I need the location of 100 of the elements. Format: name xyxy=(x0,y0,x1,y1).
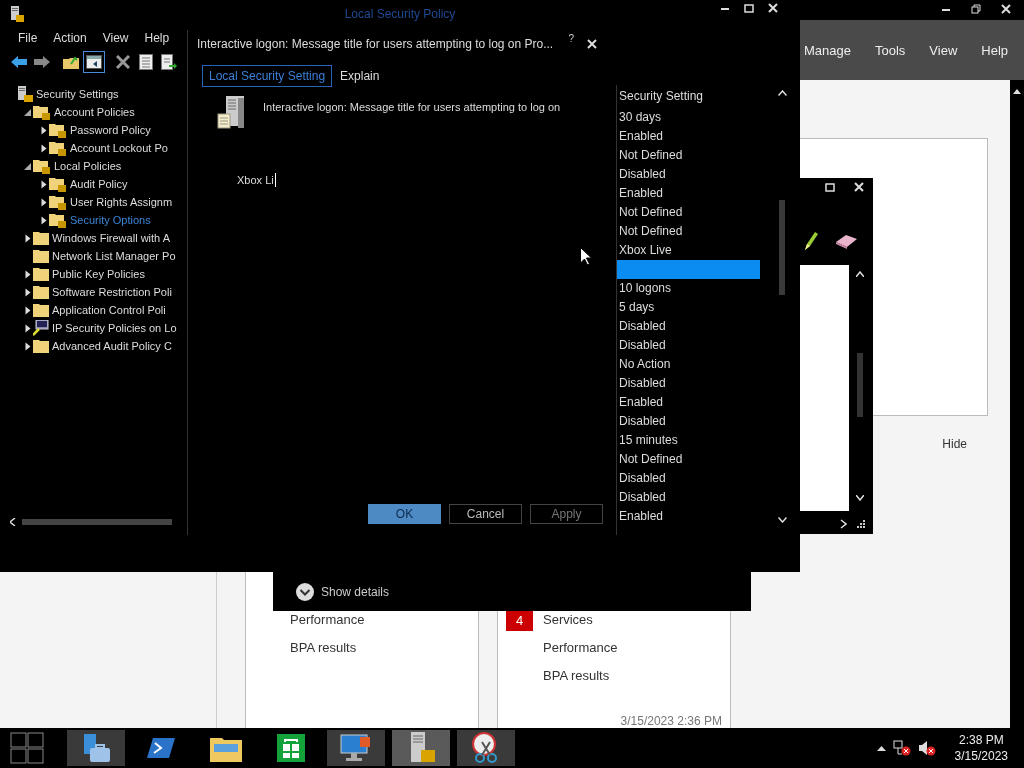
chevron-down-icon[interactable] xyxy=(295,581,315,602)
help-button[interactable]: ? xyxy=(568,32,574,44)
collapsed-arrow-icon[interactable] xyxy=(24,323,31,333)
folder-icon xyxy=(33,231,49,245)
toolbar-button[interactable] xyxy=(83,51,105,73)
collapsed-arrow-icon[interactable] xyxy=(40,215,47,225)
tree-item[interactable]: IP Security Policies on Lo xyxy=(52,322,177,334)
list-row[interactable]: Not Defined xyxy=(617,450,760,469)
expanded-arrow-icon[interactable] xyxy=(24,108,31,116)
count-badge: 4 xyxy=(506,609,533,631)
tree-item[interactable]: User Rights Assignm xyxy=(70,196,173,208)
list-row[interactable]: Disabled xyxy=(617,165,760,184)
caret-up-icon[interactable] xyxy=(876,745,886,751)
resize-grip-icon[interactable] xyxy=(857,520,865,528)
tile-item[interactable]: BPA results xyxy=(290,639,478,657)
menu-item[interactable]: View xyxy=(929,38,958,62)
menu-item[interactable]: Help xyxy=(136,31,178,45)
tree-item[interactable]: Account Lockout Po xyxy=(70,142,168,154)
input-field[interactable]: Xbox Li xyxy=(237,172,278,188)
column-header[interactable]: Security Setting xyxy=(617,85,775,108)
dialog-button[interactable]: OK xyxy=(368,504,441,524)
pen-icon[interactable] xyxy=(802,229,818,252)
tile-item[interactable]: BPA results xyxy=(543,667,610,685)
scroll-left-icon[interactable] xyxy=(10,518,16,526)
list-row[interactable]: Enabled xyxy=(617,393,760,412)
tree-item[interactable]: Advanced Audit Policy C xyxy=(52,340,172,352)
list-row[interactable]: 15 minutes xyxy=(617,431,760,450)
toolbar-button[interactable] xyxy=(158,51,180,73)
menu-item[interactable]: View xyxy=(94,31,137,45)
eraser-icon[interactable] xyxy=(834,232,858,249)
tile-item[interactable]: Services xyxy=(543,611,593,629)
scroll-up-icon[interactable] xyxy=(777,90,787,96)
tile-item[interactable]: Performance xyxy=(543,639,618,657)
menu-item[interactable]: Help xyxy=(981,38,1009,62)
chevron-right-icon[interactable] xyxy=(840,519,847,529)
list-row[interactable]: Enabled xyxy=(617,127,760,146)
collapsed-arrow-icon[interactable] xyxy=(40,197,47,207)
hide-link[interactable]: Hide xyxy=(942,437,967,451)
tree-item[interactable]: Network List Manager Po xyxy=(52,250,176,262)
tab[interactable]: Explain xyxy=(335,65,385,87)
dialog-button[interactable]: Cancel xyxy=(449,504,522,524)
clock-time[interactable]: 2:38 PM xyxy=(958,732,1004,748)
taskbar-button[interactable] xyxy=(67,730,125,766)
list-row[interactable]: Disabled xyxy=(617,469,760,488)
list-row[interactable]: 10 logons xyxy=(617,279,760,298)
locked-folder-icon xyxy=(49,140,67,156)
scroll-down-icon[interactable] xyxy=(777,517,787,523)
tree-item[interactable]: Audit Policy xyxy=(70,178,128,190)
menu-item[interactable]: File xyxy=(10,31,46,45)
volume-muted-icon[interactable] xyxy=(917,740,936,756)
list-row[interactable]: Disabled xyxy=(617,488,760,507)
list-row[interactable]: Disabled xyxy=(617,374,760,393)
collapsed-arrow-icon[interactable] xyxy=(40,179,47,189)
menu-item[interactable]: Manage xyxy=(804,38,851,62)
collapsed-arrow-icon[interactable] xyxy=(24,341,31,351)
folder-icon xyxy=(33,339,49,353)
start-icon[interactable] xyxy=(10,732,44,764)
list-row[interactable]: Enabled xyxy=(617,507,760,526)
scroll-up-icon[interactable] xyxy=(856,271,864,277)
list-row[interactable]: 5 days xyxy=(617,298,760,317)
tile-item[interactable]: Performance xyxy=(290,611,478,629)
list-row[interactable]: Not Defined xyxy=(617,222,760,241)
list-row[interactable]: Not Defined xyxy=(617,146,760,165)
list-row[interactable]: Xbox Live xyxy=(617,241,760,260)
scroll-up-icon[interactable] xyxy=(1013,88,1021,94)
tree-item[interactable]: Windows Firewall with A xyxy=(52,232,170,244)
collapsed-arrow-icon[interactable] xyxy=(40,143,47,153)
menu-item[interactable]: Action xyxy=(45,31,95,45)
collapsed-arrow-icon[interactable] xyxy=(24,269,31,279)
tree-item[interactable]: Local Policies xyxy=(54,160,122,172)
terminal-icon xyxy=(147,736,175,760)
tree-item[interactable]: Software Restriction Poli xyxy=(52,286,172,298)
collapsed-arrow-icon[interactable] xyxy=(24,305,31,315)
tree-item[interactable]: Application Control Poli xyxy=(52,304,166,316)
list-row[interactable]: Not Defined xyxy=(617,203,760,222)
tree-item[interactable]: Public Key Policies xyxy=(52,268,145,280)
tree-item[interactable]: Security Settings xyxy=(36,88,119,100)
taskbar-button[interactable] xyxy=(457,730,515,766)
list-row[interactable]: 30 days xyxy=(617,108,760,127)
menu-item[interactable]: Tools xyxy=(875,38,906,62)
scrollbar[interactable] xyxy=(1010,80,1024,728)
collapsed-arrow-icon[interactable] xyxy=(24,233,31,243)
network-error-icon[interactable] xyxy=(892,740,911,756)
folder-icon xyxy=(33,249,49,263)
list-row[interactable]: Enabled xyxy=(617,184,760,203)
tab[interactable]: Local Security Setting xyxy=(202,65,333,87)
list-row[interactable]: No Action xyxy=(617,355,760,374)
expanded-arrow-icon[interactable] xyxy=(24,162,31,170)
scroll-down-icon[interactable] xyxy=(856,495,864,501)
list-row[interactable]: Disabled xyxy=(617,317,760,336)
collapsed-arrow-icon[interactable] xyxy=(40,125,47,135)
tree-item[interactable]: Security Options xyxy=(70,214,151,226)
show-details-link[interactable]: Show details xyxy=(321,584,390,599)
tree-item[interactable]: Password Policy xyxy=(70,124,151,136)
list-row[interactable]: Disabled xyxy=(617,412,760,431)
server-lock-icon xyxy=(17,86,33,102)
collapsed-arrow-icon[interactable] xyxy=(24,287,31,297)
tree-item[interactable]: Account Policies xyxy=(54,106,135,118)
clock-date[interactable]: 3/15/2023 xyxy=(954,748,1008,764)
list-row[interactable]: Disabled xyxy=(617,336,760,355)
